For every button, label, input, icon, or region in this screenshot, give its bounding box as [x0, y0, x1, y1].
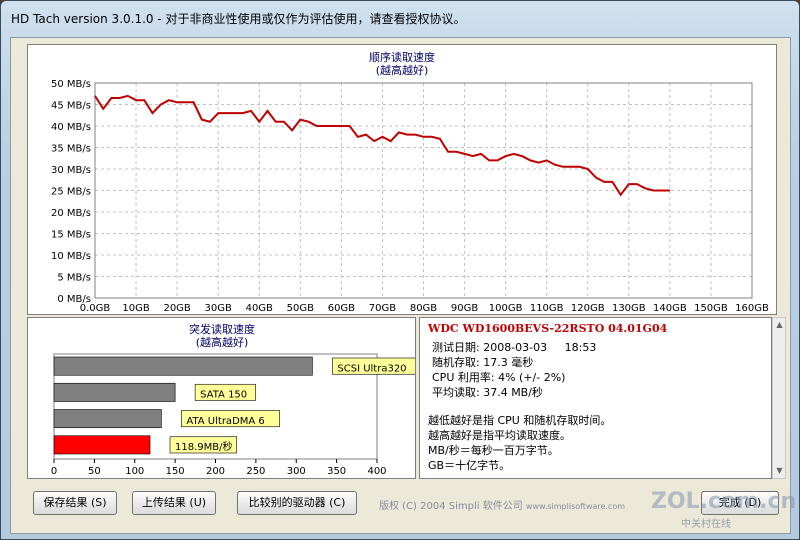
- x-tick-label: 50GB: [287, 303, 314, 314]
- scroll-up-icon[interactable]: ▲: [774, 318, 785, 332]
- x-tick-label: 60GB: [328, 303, 355, 314]
- copyright-label: 版权 (C) 2004 Simpli 软件公司: [379, 501, 523, 512]
- y-tick-label: 20 MB/s: [51, 208, 91, 219]
- info-test-date: 测试日期: 2008-03-03 18:53: [432, 341, 597, 354]
- y-tick-label: 30 MB/s: [51, 165, 91, 176]
- x-tick-label: 150GB: [694, 303, 728, 314]
- burst-x-tick-label: 200: [206, 466, 225, 477]
- y-tick-label: 35 MB/s: [51, 144, 91, 155]
- burst-x-tick-label: 300: [287, 466, 306, 477]
- y-tick-label: 40 MB/s: [51, 122, 91, 133]
- compare-drive-button[interactable]: 比较别的驱动器 (C): [237, 491, 357, 515]
- x-tick-label: 20GB: [163, 303, 190, 314]
- x-tick-label: 110GB: [530, 303, 564, 314]
- burst-read-chart-panel: 突发读取速度 (越高越好) 0 50 100 150 200 250 300 350 400 SCSI…: [27, 317, 425, 479]
- y-tick-label: 15 MB/s: [51, 230, 91, 241]
- burst-x-tick-label: 0: [51, 466, 57, 477]
- chart-title: 顺序读取速度: [369, 50, 435, 64]
- y-tick-label: 10 MB/s: [51, 251, 91, 262]
- sequential-read-chart-panel: 顺序读取速度 (越高越好) 0 MB/s 5 MB/s 10 MB/s 15 MB/s 20…: [27, 44, 777, 315]
- info-note-gb: GB＝十亿字节。: [428, 459, 511, 472]
- burst-bar: [53, 409, 162, 429]
- x-tick-label: 80GB: [410, 303, 437, 314]
- info-scrollbar[interactable]: ▲ ▼: [772, 317, 786, 479]
- burst-bar-label: ATA UltraDMA 6: [186, 416, 264, 427]
- burst-x-tick-label: 50: [88, 466, 101, 477]
- burst-read-chart: 突发读取速度(越高越好) 0 50 100 150 200 250 300 350 400 SCSI…: [51, 322, 425, 477]
- info-cpu-usage: CPU 利用率: 4% (+/- 2%): [432, 371, 566, 384]
- x-tick-label: 120GB: [571, 303, 605, 314]
- copyright-text: 版权 (C) 2004 Simpli 软件公司 www.simplisoftwa…: [379, 497, 625, 512]
- burst-bar: [53, 435, 151, 455]
- sequential-read-chart: 顺序读取速度(越高越好)0 MB/s5 MB/s10 MB/s15 MB/s20…: [51, 50, 769, 314]
- x-tick-label: 130GB: [612, 303, 646, 314]
- title-bar: HD Tach version 3.0.1.0 - 对于非商业性使用或仅作为评估…: [1, 1, 799, 35]
- burst-bar-label: SCSI Ultra320: [337, 363, 406, 374]
- x-tick-label: 90GB: [451, 303, 478, 314]
- info-note-lower-better: 越低越好是指 CPU 和随机存取时间。: [428, 414, 612, 427]
- x-tick-label: 30GB: [205, 303, 232, 314]
- info-note-higher-better: 越高越好是指平均读取速度。: [428, 429, 571, 442]
- website-url: www.simplisoftware.com: [525, 502, 626, 511]
- burst-bar-label: SATA 150: [200, 390, 247, 401]
- y-tick-label: 5 MB/s: [57, 273, 91, 284]
- info-average-read: 平均读取: 37.4 MB/秒: [432, 386, 543, 399]
- zol-watermark-sub: 中关村在线: [681, 519, 731, 530]
- upload-results-button[interactable]: 上传结果 (U): [132, 491, 216, 515]
- y-tick-label: 45 MB/s: [51, 101, 91, 112]
- zol-watermark: ZOL.com.cn: [651, 489, 797, 514]
- chart-subtitle: (越高越好): [376, 63, 429, 77]
- app-window: HD Tach version 3.0.1.0 - 对于非商业性使用或仅作为评估…: [0, 0, 800, 540]
- x-tick-label: 10GB: [122, 303, 149, 314]
- burst-x-tick-label: 150: [166, 466, 185, 477]
- burst-bar: [53, 356, 313, 376]
- x-tick-label: 40GB: [246, 303, 273, 314]
- window-title: HD Tach version 3.0.1.0 - 对于非商业性使用或仅作为评估…: [11, 12, 466, 26]
- x-tick-label: 70GB: [369, 303, 396, 314]
- burst-chart-title: 突发读取速度: [189, 322, 255, 336]
- results-info-panel: WDC WD1600BEVS-22RSTO 04.01G04 测试日期: 200…: [419, 317, 772, 479]
- burst-x-tick-label: 350: [327, 466, 346, 477]
- info-note-mb: MB/秒＝每秒一百万字节。: [428, 444, 559, 457]
- burst-bar-label: 118.9MB/秒: [175, 440, 233, 453]
- drive-model: WDC WD1600BEVS-22RSTO 04.01G04: [428, 322, 668, 335]
- burst-x-tick-label: 250: [246, 466, 265, 477]
- client-area: 顺序读取速度 (越高越好) 0 MB/s 5 MB/s 10 MB/s 15 MB/s 20…: [10, 37, 791, 534]
- x-tick-label: 140GB: [653, 303, 687, 314]
- burst-bar: [53, 382, 176, 402]
- save-results-button[interactable]: 保存结果 (S): [33, 491, 117, 515]
- y-tick-label: 25 MB/s: [51, 187, 91, 198]
- x-tick-label: 100GB: [489, 303, 523, 314]
- scroll-down-icon[interactable]: ▼: [774, 464, 785, 478]
- burst-chart-subtitle: (越高越好): [196, 335, 249, 349]
- y-tick-label: 50 MB/s: [51, 79, 91, 90]
- burst-x-tick-label: 400: [367, 466, 386, 477]
- info-random-access: 随机存取: 17.3 毫秒: [432, 356, 534, 369]
- burst-x-tick-label: 100: [125, 466, 144, 477]
- x-tick-label: 160GB: [735, 303, 769, 314]
- x-tick-label: 0.0GB: [80, 303, 111, 314]
